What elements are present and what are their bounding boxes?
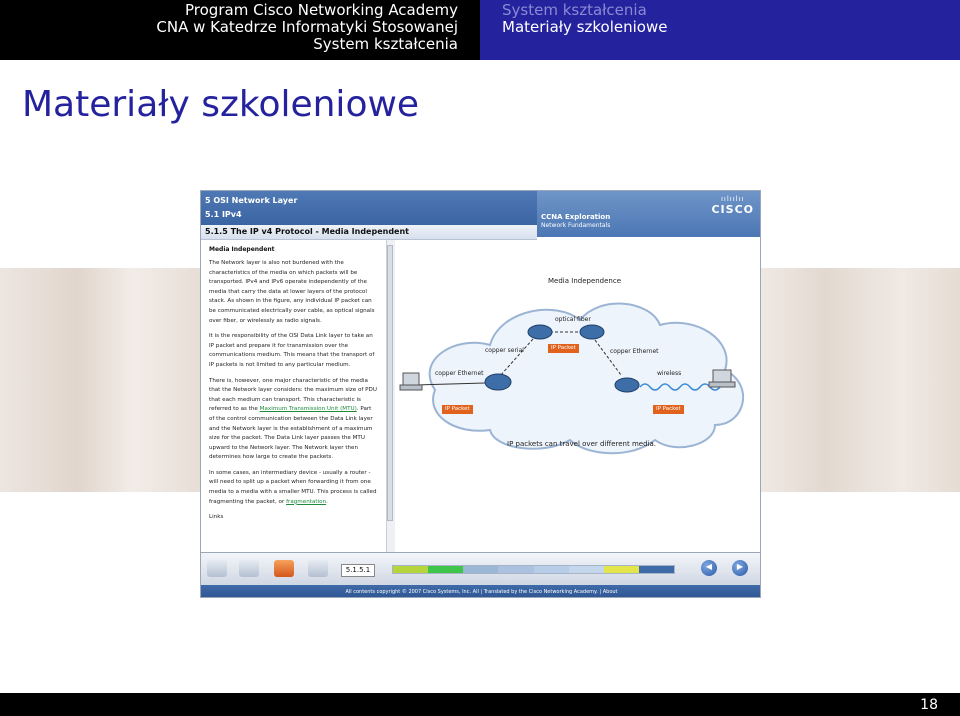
cisco-logo-bars: ıılıılıı xyxy=(720,195,745,203)
bookmark-icon[interactable] xyxy=(274,560,294,577)
copper-ethernet-left-label: copper Ethernet xyxy=(435,370,484,377)
laptop-icon xyxy=(708,381,736,388)
header-institution-line1: Program Cisco Networking Academy xyxy=(185,1,458,19)
content-scroll-thumb[interactable] xyxy=(387,245,393,521)
content-paragraph: In some cases, an intermediary device - … xyxy=(209,469,378,507)
computer-icon xyxy=(402,372,420,386)
arrow-left-icon: ◀ xyxy=(705,562,713,571)
notes-icon[interactable] xyxy=(207,560,227,577)
topic-title: 5.1.5 The IP v4 Protocol - Media Indepen… xyxy=(205,227,409,236)
tools-icon[interactable] xyxy=(308,560,328,577)
content-paragraph: There is, however, one major characteris… xyxy=(209,377,378,463)
ip-packet-badge: IP Packet xyxy=(548,344,579,353)
wireless-label: wireless xyxy=(657,370,682,377)
router-icon xyxy=(527,324,553,340)
course-progress-bar xyxy=(392,565,675,574)
slide-title: Materiały szkoleniowe xyxy=(22,84,420,125)
course-subtitle: Network Fundamentals xyxy=(541,222,611,229)
router-icon xyxy=(579,324,605,340)
router-icon xyxy=(484,373,512,391)
progress-segment xyxy=(463,566,499,573)
progress-segment xyxy=(428,566,464,573)
ip-packet-badge: IP Packet xyxy=(442,405,473,414)
slide-footer-bar: 18 xyxy=(0,693,960,716)
course-title: CCNA Exploration xyxy=(541,213,611,221)
content-paragraph: It is the responsibility of the OSI Data… xyxy=(209,333,375,368)
content-heading: Media Independent xyxy=(209,246,275,253)
header-section-link[interactable]: System kształcenia xyxy=(502,2,960,19)
paragraph-text: . Part of the control communication betw… xyxy=(209,406,373,461)
copper-ethernet-right-label: copper Ethernet xyxy=(610,348,659,355)
fragmentation-link[interactable]: fragmentation xyxy=(286,499,326,505)
paragraph-text: . xyxy=(326,498,328,505)
arrow-right-icon: ▶ xyxy=(736,562,744,571)
slide-page-number: 18 xyxy=(920,697,938,713)
header-subsection-link[interactable]: Materiały szkoleniowe xyxy=(502,19,960,36)
chapter-title: 5 OSI Network Layer xyxy=(205,196,298,205)
course-toolbar: 5.1.5.1 ◀ ▶ xyxy=(201,552,760,586)
ip-packet-badge: IP Packet xyxy=(653,405,684,414)
page-number-box[interactable]: 5.1.5.1 xyxy=(341,564,375,577)
next-button[interactable]: ▶ xyxy=(732,560,748,576)
header-left: Program Cisco Networking Academy CNA w K… xyxy=(0,0,480,60)
copper-serial-label: copper serial xyxy=(485,347,524,354)
search-icon[interactable] xyxy=(239,560,259,577)
cisco-logo-word: CISCO xyxy=(711,203,754,216)
content-text-pane: Media Independent The Network layer is a… xyxy=(201,240,386,552)
progress-segment xyxy=(638,566,674,573)
header-right: System kształcenia Materiały szkoleniowe xyxy=(480,0,960,60)
section-title: 5.1 IPv4 xyxy=(205,210,242,219)
course-footer: All contents copyright © 2007 Cisco Syst… xyxy=(201,585,760,597)
computer-icon xyxy=(399,384,423,391)
media-independence-diagram: Media Independence optical fiber copper … xyxy=(395,240,760,552)
content-paragraph: The Network layer is also not burdened w… xyxy=(209,260,375,324)
diagram-caption: IP packets can travel over different med… xyxy=(507,440,656,448)
network-cloud-illustration xyxy=(399,302,744,455)
header-institution-line2: CNA w Katedrze Informatyki Stosowanej xyxy=(156,18,458,36)
cisco-logo: ıılıılıı CISCO xyxy=(711,195,754,216)
ccna-course-screenshot: 5 OSI Network Layer 5.1 IPv4 CCNA Explor… xyxy=(200,190,761,598)
progress-segment xyxy=(498,566,534,573)
optical-fiber-label: optical fiber xyxy=(555,316,591,323)
topic-bar: 5.1.5 The IP v4 Protocol - Media Indepen… xyxy=(201,225,537,240)
laptop-icon xyxy=(712,369,732,383)
course-brand-bar: CCNA Exploration Network Fundamentals ıı… xyxy=(537,191,760,237)
progress-segment xyxy=(568,566,604,573)
course-topbar: 5 OSI Network Layer 5.1 IPv4 xyxy=(201,191,537,225)
header-section-current: System kształcenia xyxy=(313,35,458,53)
progress-segment xyxy=(393,566,429,573)
progress-segment xyxy=(533,566,569,573)
mtu-link[interactable]: Maximum Transmission Unit (MTU) xyxy=(260,406,357,412)
wireless-router-icon xyxy=(614,377,640,393)
progress-segment xyxy=(603,566,639,573)
previous-button[interactable]: ◀ xyxy=(701,560,717,576)
links-label[interactable]: Links xyxy=(209,513,378,523)
